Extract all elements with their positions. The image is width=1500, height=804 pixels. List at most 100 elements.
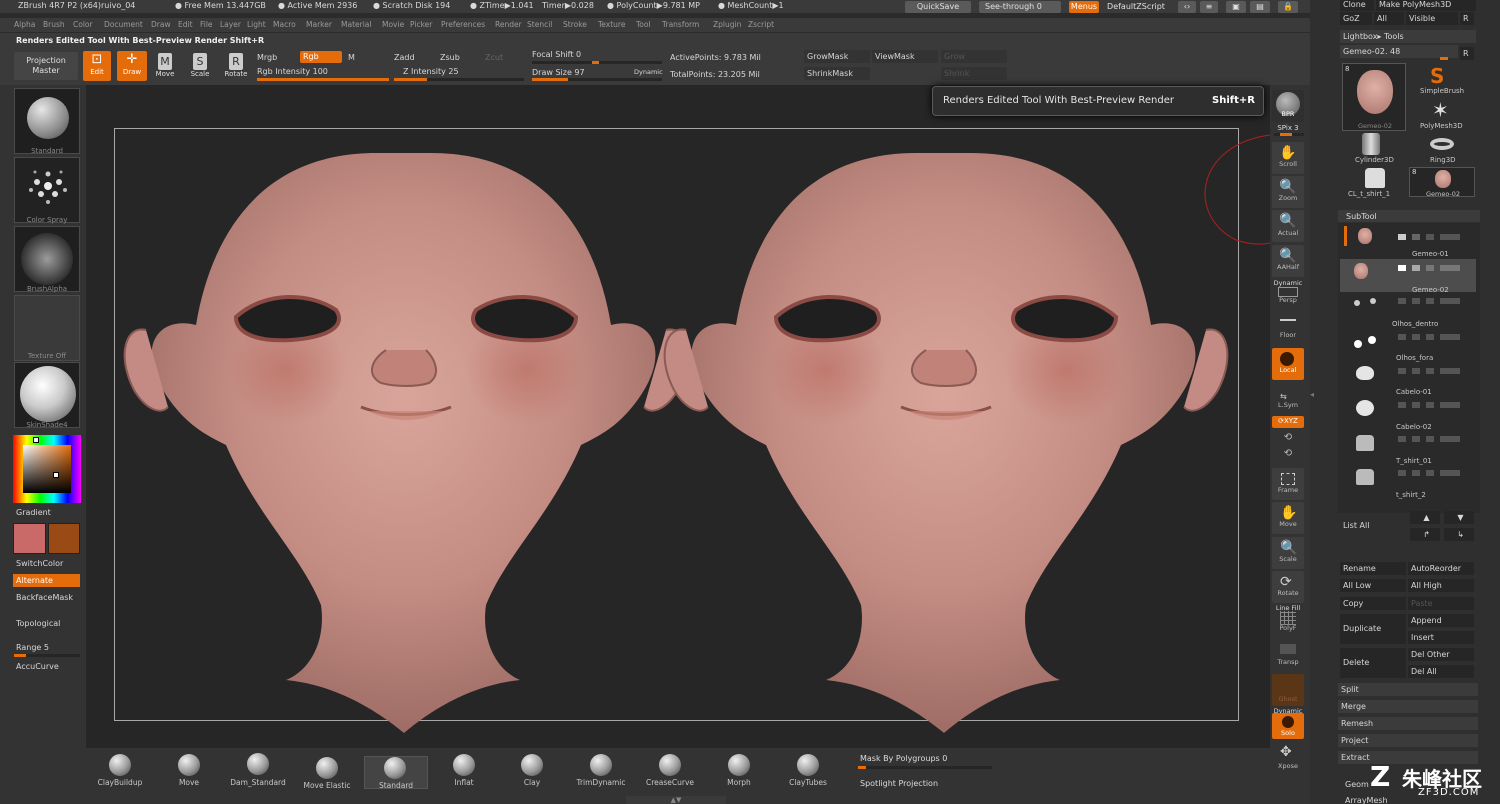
subtool-toggles[interactable] [1398,436,1460,442]
morph-brush-label[interactable]: Morph [699,778,779,787]
window-restore-icon[interactable]: ▤ [1250,1,1270,13]
grow-button[interactable]: Grow [941,50,1007,63]
subtool-toggles[interactable] [1398,470,1460,476]
menu-file[interactable]: File [200,20,213,29]
menu-brush[interactable]: Brush [43,20,65,29]
color-picker-square[interactable] [23,445,71,493]
layout-arrows-icon[interactable]: ‹› [1178,1,1196,13]
subtool-row-tshirt-01[interactable]: T_shirt_01 [1340,432,1476,465]
subtool-toggles[interactable] [1398,402,1460,408]
zoom-button[interactable]: 🔍 [1272,176,1304,208]
head-model-right[interactable] [663,153,1229,733]
polymesh3d-star-icon[interactable]: ✶ [1432,98,1449,122]
scale-button[interactable]: S Scale [188,51,212,81]
split-section[interactable]: Split [1338,683,1478,696]
claytubes-brush-icon[interactable] [797,754,819,776]
accucurve-button[interactable]: AccuCurve [13,660,80,673]
zcut-button[interactable]: Zcut [485,53,503,62]
ring3d-icon[interactable] [1430,138,1454,150]
standard-brush-icon[interactable] [384,757,406,779]
menu-stencil[interactable]: Stencil [527,20,552,29]
move-top-arrow-icon[interactable]: ↱ [1410,528,1440,541]
auto-reorder-button[interactable]: AutoReorder [1408,562,1474,575]
main-color-swatch[interactable] [13,523,46,554]
duplicate-button[interactable]: Duplicate [1340,614,1406,644]
move-down-arrow-icon[interactable]: ▼ [1444,511,1474,524]
projection-master-button[interactable]: Projection Master [14,52,78,80]
merge-section[interactable]: Merge [1338,700,1478,713]
solo-button[interactable]: Solo [1272,713,1304,739]
bpr-button[interactable]: BPR [1272,90,1304,122]
menu-alpha[interactable]: Alpha [14,20,35,29]
remesh-section[interactable]: Remesh [1338,717,1478,730]
creasecurve-brush-icon[interactable] [659,754,681,776]
secondary-color-swatch[interactable] [48,523,80,554]
alpha-thumbnail[interactable] [14,226,80,292]
trimdynamic-brush-icon[interactable] [590,754,612,776]
claybuildup-brush-icon[interactable] [109,754,131,776]
xyz-button[interactable]: ⟳XYZ [1272,416,1304,428]
mrgb-button[interactable]: Mrgb [257,53,277,62]
goz-visible-button[interactable]: Visible [1406,12,1458,25]
dam-standard-brush-icon[interactable] [247,753,269,775]
hue-picker-cursor[interactable] [33,437,39,443]
array-mesh-section[interactable]: ArrayMesh [1342,794,1402,804]
tool-r-button[interactable]: R [1460,47,1474,60]
view-mask-button[interactable]: ViewMask [872,50,938,63]
menu-picker[interactable]: Picker [410,20,432,29]
subtool-row-olhos-fora[interactable]: Olhos_fora [1340,330,1476,363]
draw-button[interactable]: ✛ Draw [117,51,147,81]
tool-thumb-gemeo-02-small[interactable]: 8 Gemeo-02 [1409,167,1475,198]
color-picker[interactable] [13,435,81,503]
grow-mask-button[interactable]: GrowMask [804,50,870,63]
copy-button[interactable]: Copy [1340,597,1406,610]
switch-color-button[interactable]: SwitchColor [13,557,80,570]
clone-button[interactable]: Clone [1340,0,1374,11]
subtool-toggles[interactable] [1398,334,1460,340]
see-through-slider[interactable]: See-through 0 [979,1,1061,13]
subtool-toggles[interactable] [1398,298,1460,304]
move-bottom-arrow-icon[interactable]: ↳ [1444,528,1474,541]
lock-icon[interactable]: 🔒 [1278,1,1298,13]
sculpt-viewport[interactable] [86,85,1270,748]
zsub-button[interactable]: Zsub [440,53,460,62]
move-brush-icon[interactable] [178,754,200,776]
subtool-header[interactable]: SubTool [1338,210,1480,222]
floor-button[interactable] [1272,313,1304,333]
goz-r-button[interactable]: R [1460,12,1474,25]
lightbox-tools-button[interactable]: Lightbox▸ Tools [1340,30,1476,43]
subtool-row-gemeo-01[interactable]: Gemeo-01 [1340,224,1476,258]
tray-collapse-icon[interactable]: ◂ [1310,390,1316,410]
rename-button[interactable]: Rename [1340,562,1406,575]
project-section[interactable]: Project [1338,734,1478,747]
frame-button[interactable] [1272,468,1304,500]
menu-document[interactable]: Document [104,20,143,29]
bottom-collapse-handle[interactable]: ▲▼ [626,796,726,804]
menu-texture[interactable]: Texture [598,20,625,29]
menu-draw[interactable]: Draw [151,20,171,29]
menu-material[interactable]: Material [341,20,371,29]
quicksave-button[interactable]: QuickSave [905,1,971,13]
rgb-button[interactable]: Rgb [300,51,342,63]
menu-preferences[interactable]: Preferences [441,20,485,29]
move-up-arrow-icon[interactable]: ▲ [1410,511,1440,524]
move-elastic-brush-icon[interactable] [316,757,338,779]
menu-marker[interactable]: Marker [306,20,332,29]
rotate-y-icon[interactable]: ⟲ [1270,432,1306,443]
menu-edit[interactable]: Edit [178,20,193,29]
menu-stroke[interactable]: Stroke [563,20,587,29]
append-button[interactable]: Append [1408,614,1474,627]
material-thumbnail[interactable] [14,362,80,428]
subtool-toggles[interactable] [1398,265,1460,271]
subtool-row-cabelo-02[interactable]: Cabelo-02 [1340,398,1476,431]
shrink-button[interactable]: Shrink [941,67,1007,80]
zadd-button[interactable]: Zadd [394,53,415,62]
creasecurve-brush-label[interactable]: CreaseCurve [630,778,710,787]
tshirt-tool-icon[interactable] [1365,168,1385,188]
simplebrush-icon[interactable]: S [1430,64,1452,88]
move-button[interactable]: M Move [153,51,177,81]
subtool-row-tshirt-2[interactable]: t_shirt_2 [1340,466,1476,499]
morph-brush-icon[interactable] [728,754,750,776]
range-slider[interactable]: Range 5 [13,641,80,654]
dynamic-persp-label[interactable]: Dynamic [1270,279,1306,287]
